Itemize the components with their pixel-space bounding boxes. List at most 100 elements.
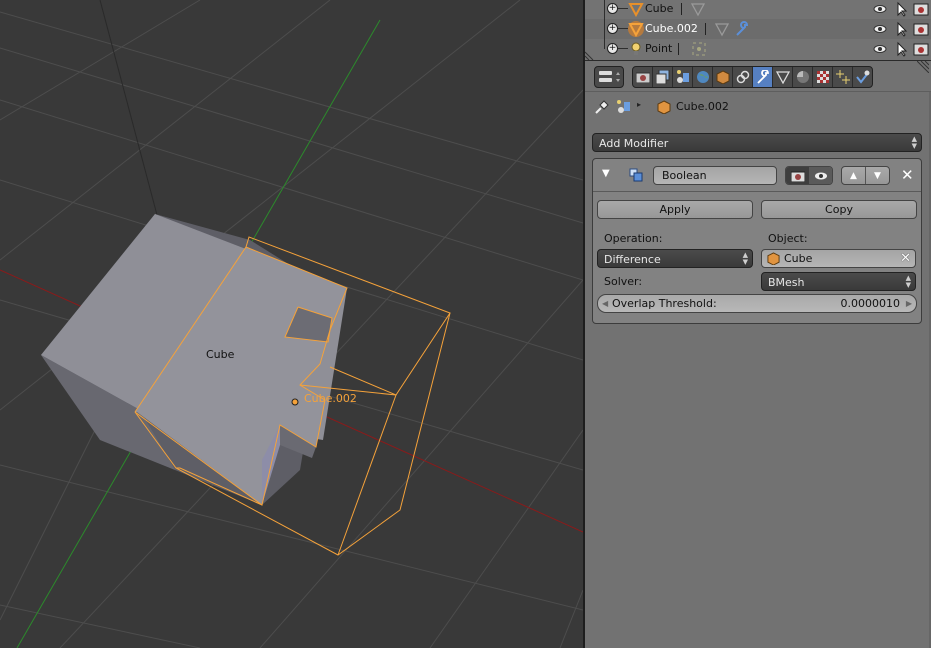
viewport-toggle[interactable] <box>809 167 832 184</box>
object-value: Cube <box>784 252 813 265</box>
pin-icon[interactable] <box>594 99 610 115</box>
cube002-label: Cube.002 <box>304 392 357 405</box>
tab-object[interactable] <box>713 67 733 87</box>
eye-icon[interactable] <box>872 21 888 37</box>
world-icon <box>696 71 709 83</box>
add-modifier-dropdown[interactable]: Add Modifier ▲ ▼ <box>592 133 922 152</box>
separator <box>705 23 706 35</box>
cursor-icon[interactable] <box>894 21 910 37</box>
overlap-threshold-label: Overlap Threshold: <box>612 297 717 310</box>
render-camera-icon <box>635 72 650 83</box>
camera-icon <box>790 171 805 182</box>
scene-icon <box>676 70 689 83</box>
eye-icon <box>814 172 827 179</box>
visibility-toggles <box>785 166 833 185</box>
tree-line <box>604 39 605 49</box>
remove-modifier-icon[interactable]: ✕ <box>901 166 914 184</box>
object-cube-icon <box>767 252 780 265</box>
apply-button[interactable]: Apply <box>597 200 753 219</box>
cursor-icon[interactable] <box>894 41 910 57</box>
eye-icon[interactable] <box>872 1 888 17</box>
particles-icon <box>835 70 850 84</box>
mesh-data-icon[interactable] <box>714 21 730 37</box>
collapse-triangle-icon[interactable]: ▼ <box>602 168 610 179</box>
dropdown-arrows-icon: ▲ ▼ <box>911 135 917 150</box>
operation-label: Operation: <box>604 232 663 245</box>
tab-render-layers[interactable] <box>653 67 673 87</box>
up-arrow-icon: ▲ <box>850 170 857 181</box>
separator <box>681 3 682 15</box>
tab-texture[interactable] <box>813 67 833 87</box>
origin-dot <box>291 398 299 406</box>
physics-icon <box>855 70 869 84</box>
mesh-object-icon <box>628 21 644 37</box>
3d-viewport[interactable]: Cube Cube.002 <box>0 0 583 648</box>
object-cube-icon <box>716 70 729 84</box>
camera-icon[interactable] <box>913 41 929 57</box>
outliner-item-name[interactable]: Cube <box>645 2 673 15</box>
tab-physics[interactable] <box>853 67 872 87</box>
constraints-link-icon <box>736 70 749 84</box>
properties-tabs <box>632 66 873 88</box>
outliner-item-name[interactable]: Point <box>645 42 672 55</box>
tab-scene[interactable] <box>673 67 693 87</box>
expand-icon[interactable]: + <box>607 23 618 34</box>
camera-icon[interactable] <box>913 21 929 37</box>
expand-icon[interactable]: + <box>607 43 618 54</box>
breadcrumb-arrow-icon: ▸ <box>637 100 642 109</box>
render-layers-icon <box>655 70 669 84</box>
area-corner-grip[interactable] <box>917 61 929 73</box>
tab-world[interactable] <box>693 67 713 87</box>
dropdown-arrows-icon: ▲ ▼ <box>905 274 911 289</box>
mesh-data-icon[interactable] <box>690 1 706 17</box>
tree-line <box>618 48 628 49</box>
editor-type-button[interactable] <box>594 66 624 88</box>
overlap-threshold-field[interactable]: ◀ Overlap Threshold: 0.0000010 ▶ <box>597 294 917 313</box>
move-up-button[interactable]: ▲ <box>842 167 866 184</box>
tab-modifiers[interactable] <box>753 67 773 87</box>
solver-value: BMesh <box>768 276 805 289</box>
render-toggle[interactable] <box>786 167 809 184</box>
clear-object-icon[interactable]: ✕ <box>900 250 911 267</box>
tab-data[interactable] <box>773 67 793 87</box>
camera-icon[interactable] <box>913 1 929 17</box>
tab-constraints[interactable] <box>733 67 753 87</box>
tab-material[interactable] <box>793 67 813 87</box>
area-corner-grip[interactable] <box>585 48 597 60</box>
wrench-icon <box>756 70 769 84</box>
context-object-name: Cube.002 <box>676 100 729 113</box>
decrement-arrow-icon[interactable]: ◀ <box>602 295 608 312</box>
mesh-data-icon <box>775 71 790 84</box>
object-label: Object: <box>768 232 808 245</box>
tab-render[interactable] <box>633 67 653 87</box>
scene-icon <box>617 100 630 113</box>
tree-line <box>618 8 628 9</box>
cursor-icon[interactable] <box>894 1 910 17</box>
right-editors: + Cube + Cube.002 + Point ▸ Cube.002 Add… <box>585 0 931 648</box>
increment-arrow-icon[interactable]: ▶ <box>906 295 912 312</box>
move-down-button[interactable]: ▼ <box>866 167 889 184</box>
solver-label: Solver: <box>604 275 643 288</box>
expand-icon[interactable]: + <box>607 3 618 14</box>
mesh-object-icon <box>628 3 644 17</box>
eye-icon[interactable] <box>872 41 888 57</box>
operation-dropdown[interactable]: Difference ▲ ▼ <box>597 249 753 268</box>
lamp-data-icon[interactable] <box>691 41 707 57</box>
solver-dropdown[interactable]: BMesh ▲ ▼ <box>761 272 916 291</box>
tree-line <box>618 28 628 29</box>
dropdown-arrows-icon: ▲ ▼ <box>742 251 748 266</box>
object-cube-icon <box>657 100 671 114</box>
object-field[interactable]: Cube ✕ <box>761 249 916 268</box>
context-path: ▸ Cube.002 <box>585 92 931 122</box>
modifier-header: ▼ Boolean ▲ ▼ ✕ <box>593 159 921 192</box>
properties-header <box>585 61 931 92</box>
outliner-item-name[interactable]: Cube.002 <box>645 22 698 35</box>
operation-value: Difference <box>604 253 661 266</box>
add-modifier-label: Add Modifier <box>599 137 669 150</box>
texture-checker-icon <box>816 71 829 83</box>
modifier-name-field[interactable]: Boolean <box>653 166 777 185</box>
separator <box>678 43 679 55</box>
copy-button[interactable]: Copy <box>761 200 917 219</box>
wrench-icon[interactable] <box>734 21 750 37</box>
tab-particles[interactable] <box>833 67 853 87</box>
